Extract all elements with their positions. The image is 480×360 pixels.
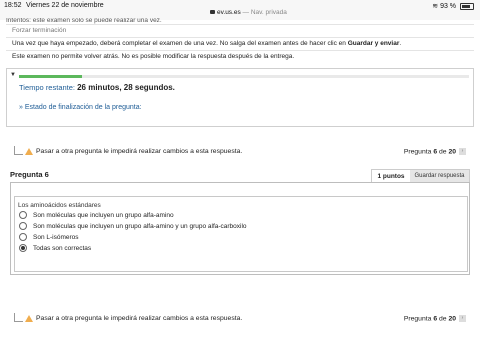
option-label: Son L-isómeros xyxy=(33,234,79,241)
pager-label: Pregunta xyxy=(403,148,434,156)
force-finish-label: Forzar terminación xyxy=(6,24,474,37)
next-question-icon[interactable]: › xyxy=(459,148,466,155)
question-pager: Pregunta 6 de 20 › xyxy=(404,148,466,155)
battery-icon xyxy=(460,2,474,10)
warning-text: Pasar a otra pregunta le impedirá realiz… xyxy=(36,315,243,322)
date-label: Viernes 22 de noviembre xyxy=(26,2,104,9)
return-arrow-icon xyxy=(14,313,23,322)
completion-status-link[interactable]: » Estado de finalización de la pregunta: xyxy=(19,104,142,111)
time-remaining-value: 26 minutos, 28 segundos. xyxy=(77,83,175,92)
no-back-note: Este examen no permite volver atrás. No … xyxy=(6,50,474,63)
pager-of: de xyxy=(437,315,449,323)
answer-option[interactable]: Son moléculas que incluyen un grupo alfa… xyxy=(19,222,247,231)
time-remaining: Tiempo restante: 26 minutos, 28 segundos… xyxy=(19,83,175,92)
warning-icon xyxy=(25,315,33,322)
pager-label: Pregunta xyxy=(403,315,434,323)
question-title: Pregunta 6 xyxy=(10,170,49,179)
warning-icon xyxy=(25,148,33,155)
pager-total: 20 xyxy=(448,315,456,323)
option-label: Todas son correctas xyxy=(33,245,92,252)
battery-percent: 93 % xyxy=(440,3,457,10)
pager-of: de xyxy=(437,148,449,156)
next-question-icon[interactable]: › xyxy=(459,315,466,322)
lock-icon xyxy=(210,10,215,15)
url-text: ev.us.es xyxy=(217,9,241,16)
collapse-caret-icon[interactable]: ▼ xyxy=(10,72,16,78)
question-nav-bottom: Pasar a otra pregunta le impedirá realiz… xyxy=(0,313,480,329)
question-pager: Pregunta 6 de 20 › xyxy=(404,315,466,322)
radio-button[interactable] xyxy=(19,222,27,231)
answer-option[interactable]: Todas son correctas xyxy=(19,244,91,253)
question-nav-top: Pasar a otra pregunta le impedirá realiz… xyxy=(0,146,480,162)
answer-option[interactable]: Son moléculas que incluyen un grupo alfa… xyxy=(19,211,174,220)
wifi-icon: ≋ xyxy=(432,3,439,10)
warning-text: Pasar a otra pregunta le impedirá realiz… xyxy=(36,148,243,155)
pager-total: 20 xyxy=(448,148,456,156)
timer-panel: ▼ Tiempo restante: 26 minutos, 28 segund… xyxy=(6,68,474,127)
save-submit-emphasis: Guardar y enviar xyxy=(347,40,400,47)
exam-instructions: Una vez que haya empezado, deberá comple… xyxy=(6,37,474,50)
radio-button[interactable] xyxy=(19,211,27,220)
question-panel: Los aminoácidos estándares Son moléculas… xyxy=(10,182,470,275)
answer-option[interactable]: Son L-isómeros xyxy=(19,233,79,242)
instructions-end: . xyxy=(399,40,402,47)
clock: 18:52 xyxy=(4,2,22,9)
time-progress-bar xyxy=(19,75,469,78)
question-text: Los aminoácidos estándares xyxy=(18,202,101,209)
radio-button[interactable] xyxy=(19,244,27,253)
address-bar[interactable]: ev.us.es — Nav. privada xyxy=(210,9,287,16)
option-label: Son moléculas que incluyen un grupo alfa… xyxy=(33,212,174,219)
status-bar: 18:52 Viernes 22 de noviembre ev.us.es —… xyxy=(0,0,480,20)
exam-info: Intentos: este examen solo se puede real… xyxy=(6,18,474,63)
status-indicators: ≋ 93 % xyxy=(432,2,474,10)
time-remaining-label: Tiempo restante: xyxy=(19,83,78,92)
question-body: Los aminoácidos estándares Son moléculas… xyxy=(14,196,468,272)
time-progress-fill xyxy=(19,75,82,78)
option-label: Son moléculas que incluyen un grupo alfa… xyxy=(33,223,247,230)
instructions-text: Una vez que haya empezado, deberá comple… xyxy=(12,40,348,47)
return-arrow-icon xyxy=(14,146,23,155)
private-mode-label: — Nav. privada xyxy=(242,9,287,16)
radio-button[interactable] xyxy=(19,233,27,242)
